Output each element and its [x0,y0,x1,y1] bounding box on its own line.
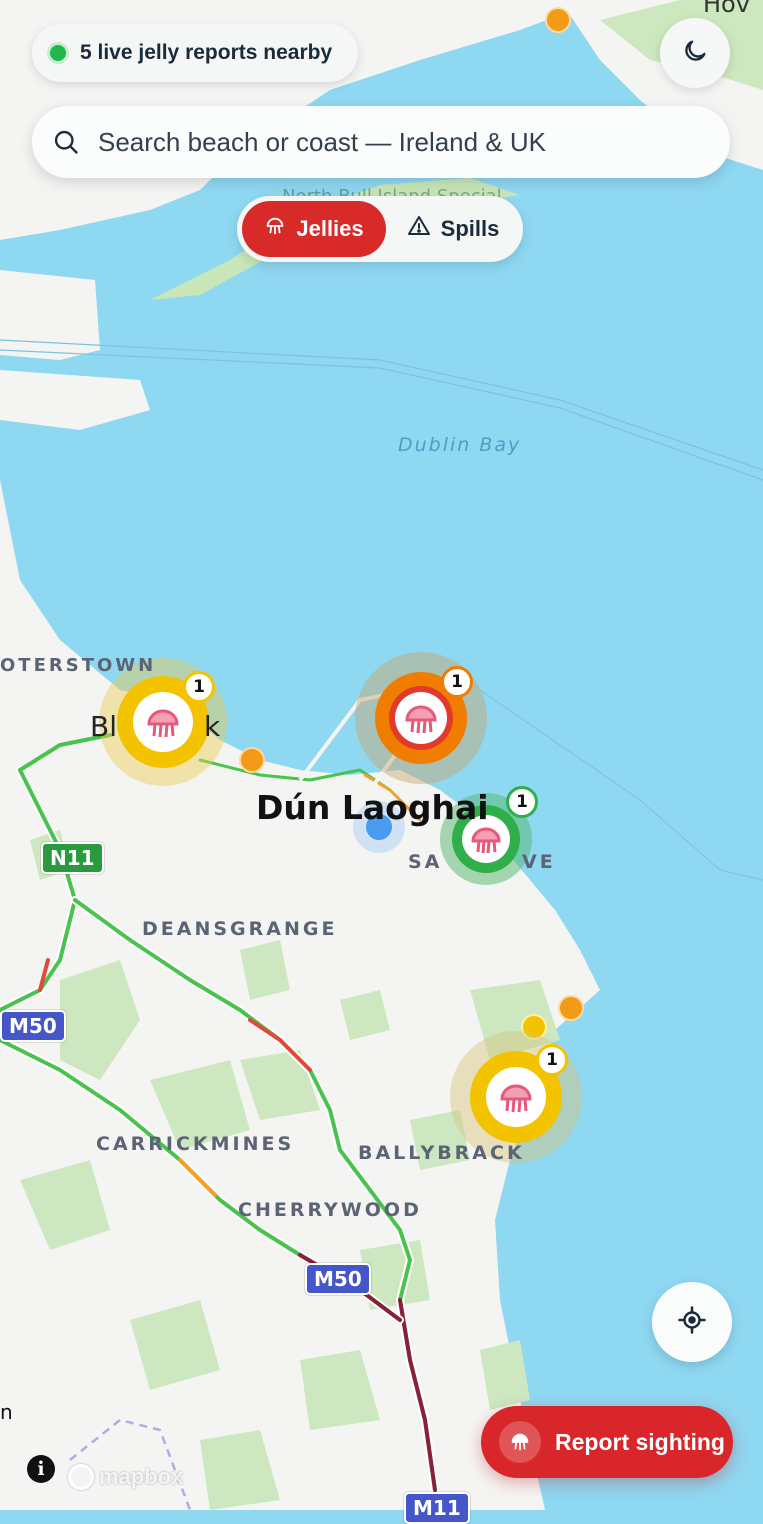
jellyfish-icon [499,1421,541,1463]
dark-mode-toggle-button[interactable] [660,18,730,88]
jellies-filter-label: Jellies [296,216,364,241]
label-blackrock: Bl [90,710,117,743]
live-reports-text: 5 live jelly reports nearby [80,41,333,64]
jellyfish-icon [264,215,286,243]
filter-toggle: Jellies Spills [237,196,523,262]
moon-icon [681,37,709,70]
label-cherrywood: CHERRYWOOD [238,1199,422,1221]
road-shield-n11: N11 [41,842,104,874]
live-reports-pill: 5 live jelly reports nearby [32,24,359,82]
spills-filter-label: Spills [440,216,500,241]
label-dun-laoghaire: Dún Laoghai [256,788,489,827]
road-shield-m11: M11 [404,1492,470,1524]
info-icon[interactable]: i [27,1455,55,1483]
search-bar[interactable] [32,106,730,178]
road-shield-m50-south: M50 [305,1263,371,1295]
label-carrickmines: CARRICKMINES [96,1133,295,1155]
mapbox-logo-text: mapbox [99,1464,184,1489]
search-icon [52,128,80,156]
road-shield-m50-west: M50 [0,1010,66,1042]
mapbox-logo-icon [68,1464,94,1490]
mapbox-attribution[interactable]: mapbox [68,1462,183,1492]
label-booterstown: OTERSTOWN [0,655,157,676]
label-sandycove-a: SA [408,851,443,873]
jellies-filter-button[interactable]: Jellies [242,201,386,257]
label-ballybrack: BALLYBRACK [358,1142,525,1164]
locate-me-button[interactable] [652,1282,732,1362]
live-indicator-dot [50,45,66,61]
cluster-count-badge: 1 [441,666,473,698]
report-sighting-button[interactable]: Report sighting [481,1406,733,1478]
label-deansgrange: DEANSGRANGE [142,918,338,940]
label-howth: Hov [703,0,750,18]
label-dublin-bay: Dublin Bay [398,434,522,456]
port-land [0,270,100,360]
report-sighting-label: Report sighting [555,1428,725,1455]
warning-triangle-icon [407,214,431,244]
cluster-count-badge: 1 [183,671,215,703]
crosshair-icon [677,1305,707,1340]
cluster-count-badge: 1 [506,786,538,818]
cluster-count-badge: 1 [536,1044,568,1076]
spills-filter-button[interactable]: Spills [389,201,517,257]
label-sandycove-b: VE [522,851,556,873]
label-edge: n [0,1400,13,1424]
search-input[interactable] [96,125,680,159]
label-blackrock-tail: k [204,710,221,743]
